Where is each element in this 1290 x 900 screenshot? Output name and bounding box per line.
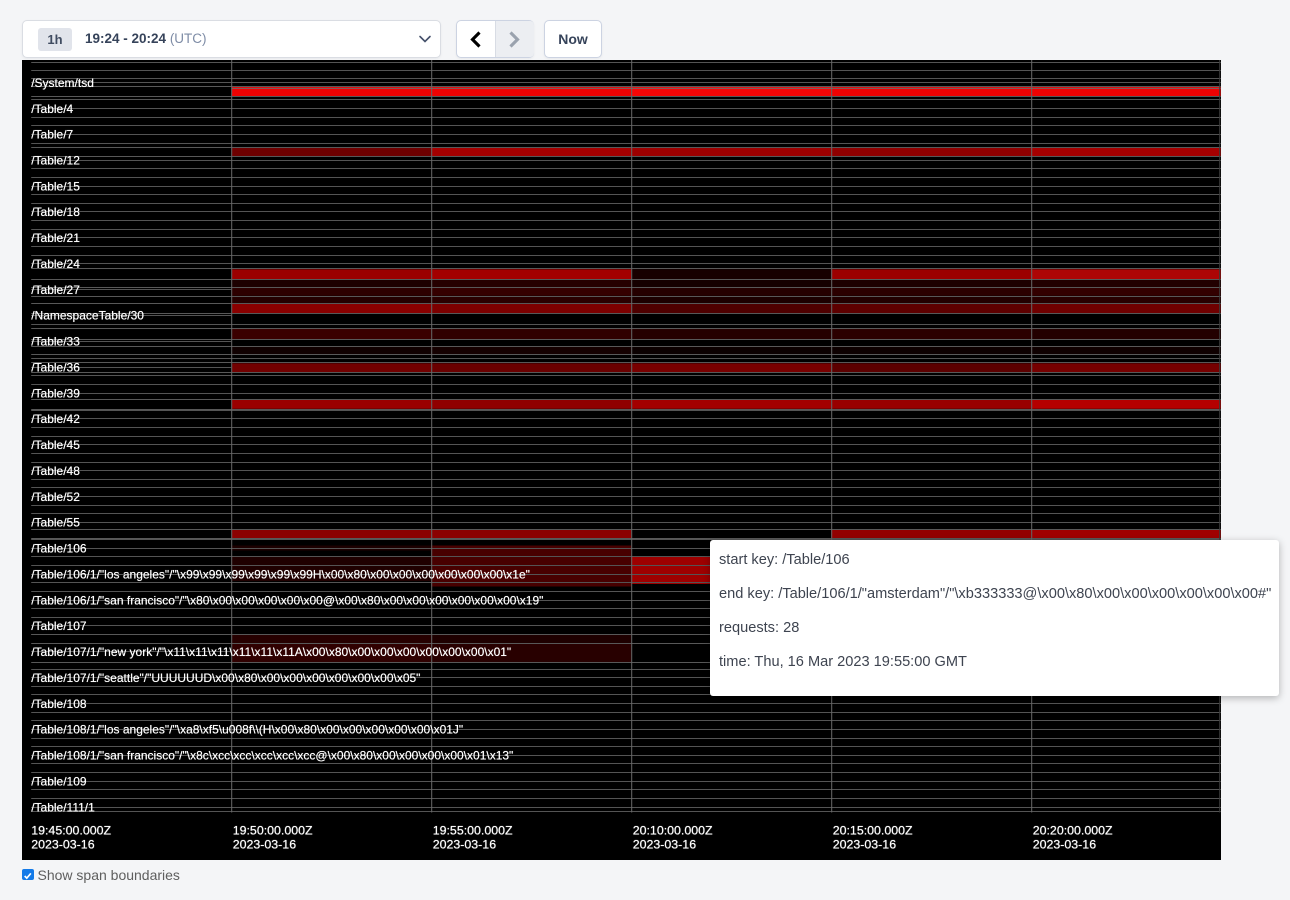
svg-text:/Table/48: /Table/48	[31, 464, 80, 478]
svg-text:/NamespaceTable/30: /NamespaceTable/30	[31, 309, 144, 323]
svg-text:/Table/55: /Table/55	[31, 516, 80, 530]
svg-text:/Table/107/1/"seattle"/"UUUUUU: /Table/107/1/"seattle"/"UUUUUUD\x00\x80\…	[31, 671, 420, 685]
svg-text:/Table/108/1/"san francisco"/": /Table/108/1/"san francisco"/"\x8c\xcc\x…	[31, 749, 513, 763]
svg-text:20:20:00.000Z: 20:20:00.000Z	[1033, 824, 1113, 838]
svg-text:/System/tsd: /System/tsd	[31, 76, 94, 90]
svg-text:/Table/106: /Table/106	[31, 542, 87, 556]
svg-text:/Table/108/1/"los angeles"/"\x: /Table/108/1/"los angeles"/"\xa8\xf5\u00…	[31, 723, 463, 737]
svg-text:/Table/4: /Table/4	[31, 102, 73, 116]
svg-text:/Table/36: /Table/36	[31, 361, 80, 375]
svg-text:2023-03-16: 2023-03-16	[833, 838, 896, 852]
svg-text:19:55:00.000Z: 19:55:00.000Z	[433, 824, 513, 838]
svg-text:/Table/12: /Table/12	[31, 154, 80, 168]
svg-text:/Table/39: /Table/39	[31, 386, 80, 400]
svg-text:/Table/106/1/"san francisco"/": /Table/106/1/"san francisco"/"\x80\x00\x…	[31, 593, 543, 607]
svg-text:/Table/109: /Table/109	[31, 774, 87, 788]
svg-text:2023-03-16: 2023-03-16	[31, 838, 94, 852]
svg-text:19:50:00.000Z: 19:50:00.000Z	[233, 824, 313, 838]
svg-text:/Table/42: /Table/42	[31, 412, 80, 426]
svg-text:/Table/45: /Table/45	[31, 438, 80, 452]
svg-text:19:45:00.000Z: 19:45:00.000Z	[31, 824, 111, 838]
svg-text:/Table/107: /Table/107	[31, 619, 87, 633]
svg-text:2023-03-16: 2023-03-16	[1033, 838, 1096, 852]
svg-text:/Table/52: /Table/52	[31, 490, 80, 504]
svg-text:2023-03-16: 2023-03-16	[433, 838, 496, 852]
svg-text:20:10:00.000Z: 20:10:00.000Z	[633, 824, 713, 838]
svg-text:/Table/107/1/"new york"/"\x11\: /Table/107/1/"new york"/"\x11\x11\x11\x1…	[31, 645, 511, 659]
svg-text:/Table/33: /Table/33	[31, 335, 80, 349]
svg-text:/Table/108: /Table/108	[31, 697, 87, 711]
svg-text:/Table/21: /Table/21	[31, 231, 80, 245]
svg-text:/Table/7: /Table/7	[31, 128, 73, 142]
svg-text:/Table/15: /Table/15	[31, 179, 80, 193]
svg-text:/Table/18: /Table/18	[31, 205, 80, 219]
svg-text:2023-03-16: 2023-03-16	[633, 838, 696, 852]
svg-text:/Table/27: /Table/27	[31, 283, 80, 297]
svg-text:/Table/111/1: /Table/111/1	[31, 800, 95, 814]
svg-text:2023-03-16: 2023-03-16	[233, 838, 296, 852]
svg-text:/Table/106/1/"los angeles"/"\x: /Table/106/1/"los angeles"/"\x99\x99\x99…	[31, 567, 530, 581]
svg-text:/Table/24: /Table/24	[31, 257, 80, 271]
svg-text:20:15:00.000Z: 20:15:00.000Z	[833, 824, 913, 838]
